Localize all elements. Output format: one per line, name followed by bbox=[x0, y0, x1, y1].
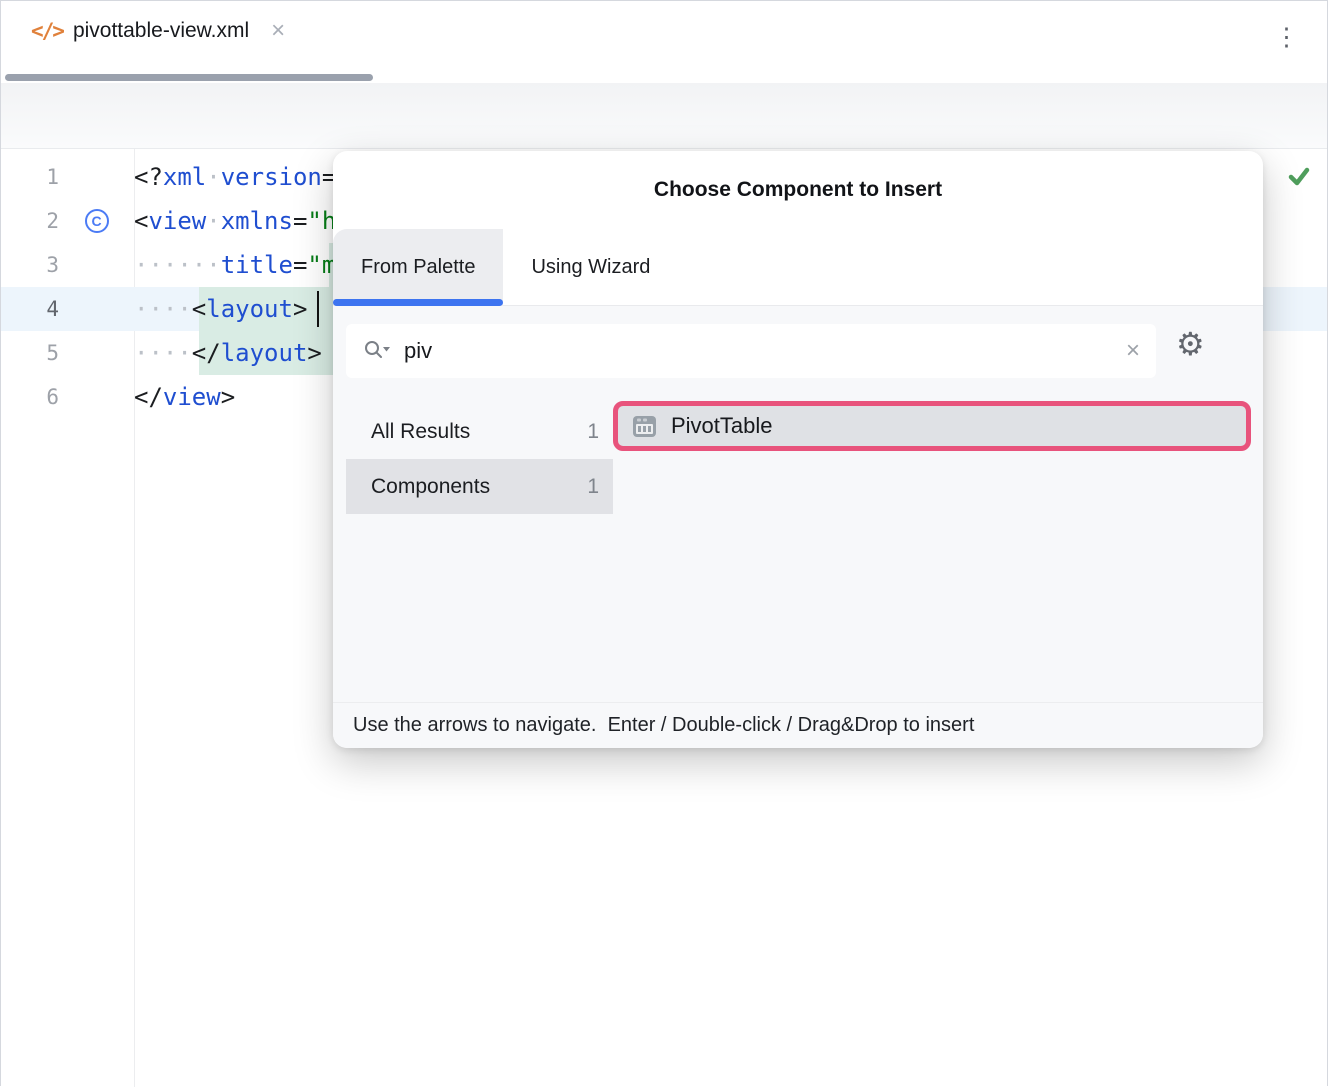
close-icon[interactable]: × bbox=[271, 19, 285, 43]
component-search-field[interactable]: × bbox=[346, 324, 1156, 378]
dialog-footer-hint: Use the arrows to navigate. Enter / Doub… bbox=[333, 702, 1263, 748]
dialog-title: Choose Component to Insert bbox=[333, 151, 1263, 229]
search-input[interactable] bbox=[404, 338, 1114, 364]
file-tab[interactable]: </> pivottable-view.xml × bbox=[31, 19, 285, 43]
kebab-menu-icon[interactable]: ⋮ bbox=[1274, 25, 1299, 50]
result-categories: All Results1Components1 bbox=[346, 404, 613, 514]
gutter-icon-slot: C bbox=[59, 209, 134, 233]
xml-file-icon: </> bbox=[31, 19, 63, 43]
file-tab-label: pivottable-view.xml bbox=[73, 19, 249, 43]
category-all-results[interactable]: All Results1 bbox=[346, 404, 613, 459]
line-number: 6 bbox=[1, 385, 59, 409]
controller-c-icon[interactable]: C bbox=[85, 209, 109, 233]
ide-window: </> pivottable-view.xml × ⋮ C Controller bbox=[0, 0, 1328, 1086]
choose-component-dialog: Choose Component to Insert From PaletteU… bbox=[333, 151, 1263, 748]
checkmark-icon[interactable] bbox=[1285, 162, 1313, 195]
code-text: ····</layout> bbox=[134, 339, 322, 367]
code-text: </view> bbox=[134, 383, 235, 411]
editor-tab-bar: </> pivottable-view.xml × ⋮ bbox=[1, 1, 1327, 83]
clear-icon[interactable]: × bbox=[1126, 339, 1140, 363]
editor-toolbar: C Controller Add Component... Sta bbox=[1, 83, 1327, 149]
category-components[interactable]: Components1 bbox=[346, 459, 613, 514]
text-caret bbox=[317, 291, 319, 327]
dialog-tab-from-palette[interactable]: From Palette bbox=[333, 229, 503, 306]
category-count: 1 bbox=[587, 420, 599, 444]
results-list: PivotTable bbox=[613, 401, 1251, 451]
pivot-table-icon bbox=[631, 413, 658, 440]
result-label: PivotTable bbox=[671, 413, 773, 439]
search-with-dropdown-icon bbox=[362, 338, 392, 364]
line-number: 2 bbox=[1, 209, 59, 233]
dialog-body: × ⚙ All Results1Components1 PivotTable U… bbox=[333, 306, 1263, 748]
category-count: 1 bbox=[587, 475, 599, 499]
dialog-tab-using-wizard[interactable]: Using Wizard bbox=[503, 229, 678, 306]
code-text: ····<layout> bbox=[134, 295, 307, 323]
result-item-pivottable[interactable]: PivotTable bbox=[613, 401, 1251, 451]
active-tab-indicator bbox=[5, 74, 373, 81]
line-number: 3 bbox=[1, 253, 59, 277]
dialog-tabs: From PaletteUsing Wizard bbox=[333, 229, 1263, 306]
line-number: 5 bbox=[1, 341, 59, 365]
line-number: 1 bbox=[1, 165, 59, 189]
gear-icon[interactable]: ⚙ bbox=[1176, 328, 1205, 360]
line-number: 4 bbox=[1, 297, 59, 321]
